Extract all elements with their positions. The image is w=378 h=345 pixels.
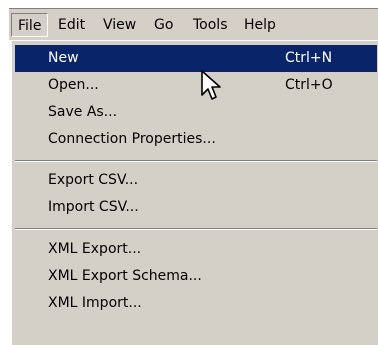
menu-item-new[interactable]: New Ctrl+N bbox=[15, 45, 377, 72]
menu-help[interactable]: Help bbox=[238, 13, 282, 37]
menu-item-label: XML Export Schema... bbox=[48, 268, 202, 284]
file-dropdown-menu: New Ctrl+N Open... Ctrl+O Save As... Con… bbox=[11, 41, 378, 345]
menu-item-xml-export[interactable]: XML Export... bbox=[15, 236, 377, 263]
menu-item-export-csv[interactable]: Export CSV... bbox=[15, 167, 377, 194]
menu-item-label: New bbox=[48, 50, 79, 66]
menu-file[interactable]: File bbox=[11, 13, 49, 37]
menu-item-label: XML Export... bbox=[48, 241, 142, 257]
menu-tools[interactable]: Tools bbox=[187, 13, 234, 37]
menu-item-label: XML Import... bbox=[48, 295, 142, 311]
menu-go[interactable]: Go bbox=[148, 13, 179, 37]
menu-item-open[interactable]: Open... Ctrl+O bbox=[15, 72, 377, 99]
menu-item-import-csv[interactable]: Import CSV... bbox=[15, 194, 377, 221]
menu-view[interactable]: View bbox=[97, 13, 142, 37]
menu-bar: File Edit View Go Tools Help bbox=[9, 9, 378, 41]
menu-item-xml-export-schema[interactable]: XML Export Schema... bbox=[15, 263, 377, 290]
menu-item-label: Open... bbox=[48, 77, 99, 93]
menu-item-label: Save As... bbox=[48, 104, 118, 120]
menu-item-shortcut: Ctrl+N bbox=[285, 50, 333, 66]
menu-item-label: Export CSV... bbox=[48, 172, 139, 188]
menu-item-xml-import[interactable]: XML Import... bbox=[15, 290, 377, 317]
menu-separator bbox=[15, 228, 377, 230]
menu-item-save-as[interactable]: Save As... bbox=[15, 99, 377, 126]
menu-separator bbox=[15, 160, 377, 162]
menu-edit[interactable]: Edit bbox=[52, 13, 91, 37]
menu-item-label: Import CSV... bbox=[48, 199, 139, 215]
menu-item-shortcut: Ctrl+O bbox=[285, 77, 333, 93]
window-top-area bbox=[0, 0, 378, 8]
menu-item-connection-properties[interactable]: Connection Properties... bbox=[15, 126, 377, 153]
mouse-pointer-icon bbox=[201, 70, 221, 100]
menu-item-label: Connection Properties... bbox=[48, 131, 216, 147]
